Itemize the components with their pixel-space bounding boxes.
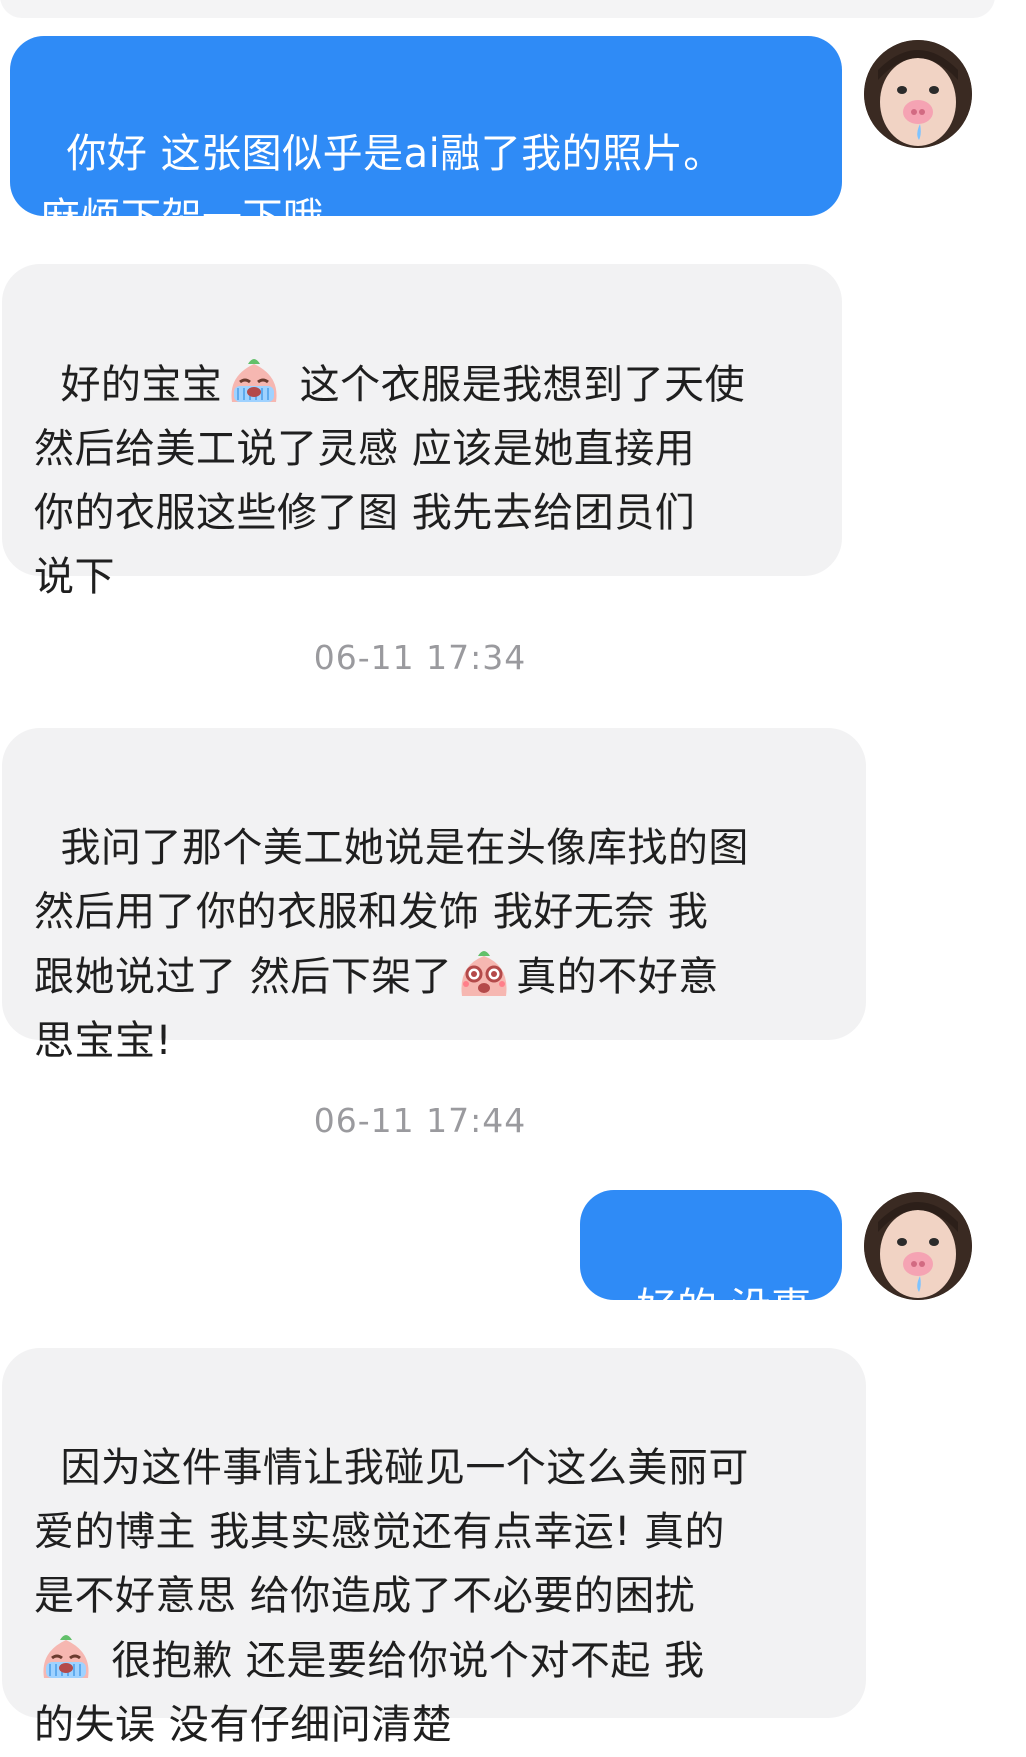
message-text: 好的 没事 bbox=[636, 1285, 812, 1331]
message-text: 你好 这张图似乎是ai融了我的照片。 麻烦下架一下哦 bbox=[40, 131, 724, 241]
teary-face-emoji-icon bbox=[454, 944, 514, 1000]
avatar[interactable] bbox=[864, 40, 972, 148]
incoming-message-bubble[interactable]: 因为这件事情让我碰见一个这么美丽可 爱的博主 我其实感觉还有点幸运! 真的 是不… bbox=[2, 1348, 866, 1748]
crying-face-emoji-icon bbox=[224, 352, 284, 408]
outgoing-message-bubble[interactable]: 你好 这张图似乎是ai融了我的照片。 麻烦下架一下哦 bbox=[10, 36, 842, 241]
avatar-photo-icon bbox=[864, 1192, 972, 1300]
timestamp: 06-11 17:34 bbox=[313, 638, 527, 677]
incoming-message-bubble[interactable]: 好的宝宝 这个衣服是我想到了天使 然后给美工说了灵感 应该是她直接用 你的衣服这… bbox=[2, 264, 842, 600]
incoming-message-bubble[interactable]: 我问了那个美工她说是在头像库找的图 然后用了你的衣服和发饰 我好无奈 我 跟她说… bbox=[2, 728, 866, 1064]
previous-message-card bbox=[0, 0, 995, 18]
message-text: 好的宝宝 bbox=[60, 362, 223, 408]
message-text-continued: 很抱歉 还是要给你说个对不起 我 的失误 没有仔细问清楚 bbox=[34, 1638, 705, 1748]
crying-face-emoji-icon bbox=[36, 1628, 96, 1684]
avatar[interactable] bbox=[864, 1192, 972, 1300]
outgoing-message-bubble[interactable]: 好的 没事 bbox=[580, 1190, 842, 1331]
avatar-photo-icon bbox=[864, 40, 972, 148]
message-text: 因为这件事情让我碰见一个这么美丽可 爱的博主 我其实感觉还有点幸运! 真的 是不… bbox=[34, 1445, 749, 1619]
timestamp: 06-11 17:44 bbox=[313, 1101, 527, 1140]
